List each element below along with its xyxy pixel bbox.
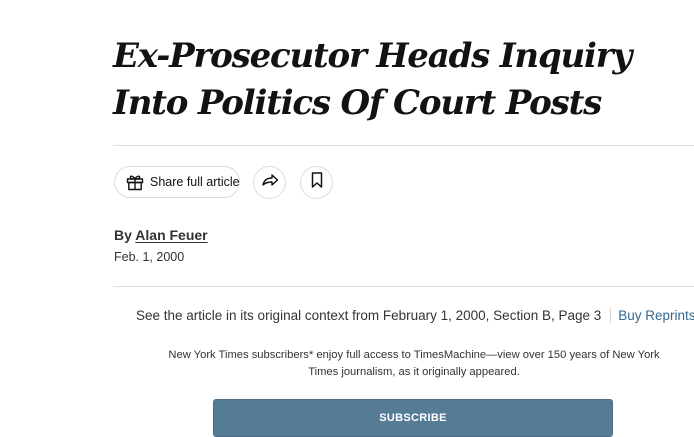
timesmachine-context: See the article in its original context … — [136, 308, 694, 323]
share-article-button[interactable] — [253, 166, 286, 199]
publish-date: Feb. 1, 2000 — [114, 250, 185, 264]
byline: By Alan Feuer — [114, 227, 208, 243]
bookmark-icon — [307, 170, 327, 195]
vertical-divider — [610, 308, 612, 323]
author-link[interactable]: Alan Feuer — [135, 227, 207, 243]
buy-reprints-link[interactable]: Buy Reprints — [618, 308, 694, 323]
subscribe-button[interactable]: SUBSCRIBE — [213, 399, 613, 437]
share-button-label: Share full article — [150, 175, 240, 189]
save-article-button[interactable] — [300, 166, 333, 199]
share-full-article-button[interactable]: Share full article — [114, 166, 240, 198]
byline-prefix: By — [114, 227, 136, 243]
article-meta-divider — [113, 286, 694, 287]
article-headline: Ex-Prosecutor Heads Inquiry Into Politic… — [113, 36, 632, 123]
share-arrow-icon — [260, 170, 280, 195]
gift-icon — [125, 172, 145, 192]
subscriber-note: New York Times subscribers* enjoy full a… — [168, 349, 660, 378]
original-context-text: See the article in its original context … — [136, 308, 602, 323]
header-divider — [113, 145, 694, 146]
